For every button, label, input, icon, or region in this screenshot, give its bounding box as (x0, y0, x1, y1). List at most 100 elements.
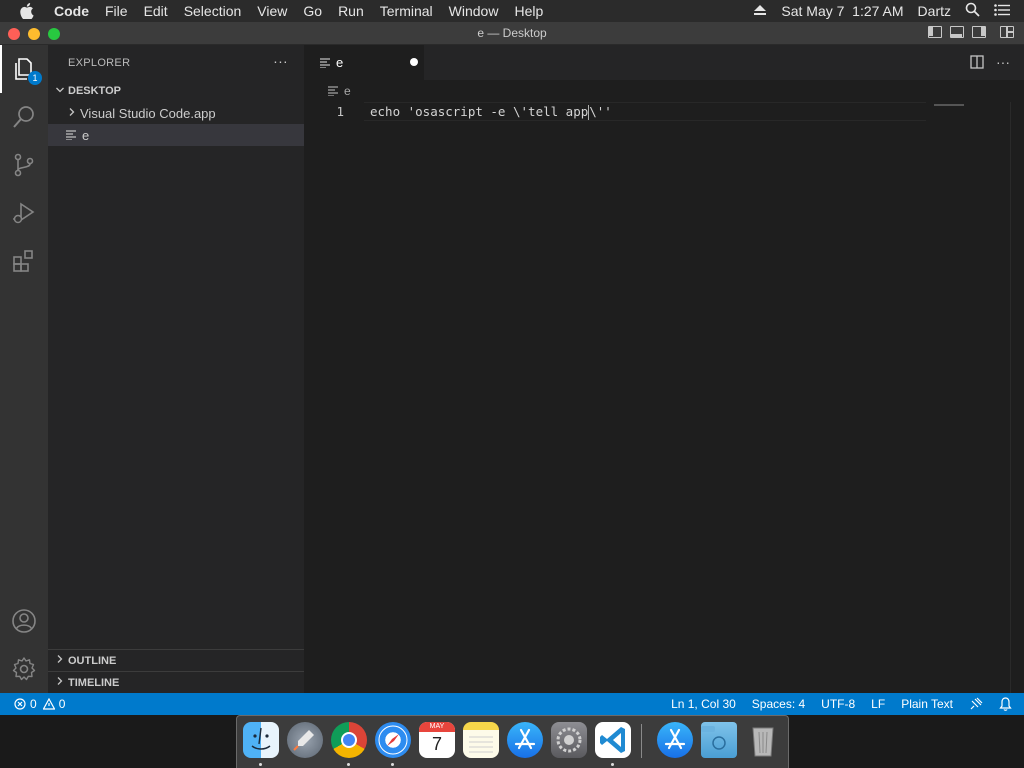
app-store-folder-icon[interactable] (657, 722, 693, 758)
menu-bar-status-area: Sat May 7 1:27 AM Dartz (753, 0, 1024, 22)
timeline-label: TIMELINE (68, 676, 120, 689)
running-indicator (391, 763, 394, 766)
explorer-badge: 1 (28, 71, 42, 85)
running-indicator (259, 763, 262, 766)
cursor-position[interactable]: Ln 1, Col 30 (671, 697, 736, 711)
explorer-sidebar: EXPLORER ··· DESKTOP Visual Studio Code.… (48, 45, 304, 693)
downloads-folder-icon[interactable] (701, 722, 737, 758)
account-icon[interactable] (0, 597, 48, 645)
outline-label: OUTLINE (68, 654, 117, 667)
dock-separator (641, 724, 642, 758)
menu-edit[interactable]: Edit (144, 3, 168, 19)
user-name[interactable]: Dartz (918, 3, 951, 19)
language-mode[interactable]: Plain Text (901, 697, 953, 711)
search-icon[interactable] (0, 93, 48, 141)
menu-run[interactable]: Run (338, 3, 364, 19)
plain-text-file-icon (66, 130, 82, 140)
end-of-line[interactable]: LF (871, 697, 885, 711)
outline-section[interactable]: OUTLINE (48, 649, 304, 671)
menu-file[interactable]: File (105, 3, 128, 19)
window-title: e — Desktop (477, 26, 547, 40)
line-number: 1 (336, 104, 344, 119)
clock[interactable]: Sat May 7 1:27 AM (781, 3, 903, 19)
code-editor[interactable]: 1 echo 'osascript -e \'tell app\'' (304, 102, 1024, 121)
settings-gear-icon[interactable] (0, 645, 48, 693)
menu-app-name[interactable]: Code (54, 3, 89, 19)
extensions-icon[interactable] (0, 237, 48, 285)
folder-name: DESKTOP (68, 85, 121, 97)
run-debug-icon[interactable] (0, 189, 48, 237)
warning-icon (42, 698, 55, 710)
layout-controls (920, 26, 1014, 38)
sidebar-title: EXPLORER (68, 56, 131, 69)
calendar-icon[interactable]: MAY 7 (419, 722, 455, 758)
macos-menu-bar: Code File Edit Selection View Go Run Ter… (0, 0, 1024, 22)
timeline-section[interactable]: TIMELINE (48, 671, 304, 693)
calendar-month: MAY (419, 722, 455, 732)
notifications-bell-icon[interactable] (999, 697, 1012, 711)
status-bar: 0 0 Ln 1, Col 30 Spaces: 4 UTF-8 LF Plai… (0, 693, 1024, 715)
chevron-right-icon (52, 654, 68, 667)
trash-icon[interactable] (745, 722, 781, 758)
folder-section-desktop[interactable]: DESKTOP (48, 80, 304, 102)
control-center-icon[interactable] (994, 3, 1010, 19)
safari-icon[interactable] (375, 722, 411, 758)
editor-actions: ··· (970, 55, 1010, 74)
menu-terminal[interactable]: Terminal (380, 3, 433, 19)
tree-item-label: Visual Studio Code.app (80, 105, 216, 121)
tab-label: e (336, 55, 344, 70)
more-actions-button[interactable]: ··· (273, 53, 288, 69)
encoding[interactable]: UTF-8 (821, 697, 855, 711)
source-control-icon[interactable] (0, 141, 48, 189)
menu-selection[interactable]: Selection (184, 3, 242, 19)
chrome-icon[interactable] (331, 722, 367, 758)
menu-go[interactable]: Go (303, 3, 322, 19)
explorer-icon[interactable]: 1 (0, 45, 48, 93)
plain-text-file-icon (328, 86, 344, 96)
more-actions-icon[interactable]: ··· (996, 55, 1010, 74)
system-preferences-icon[interactable] (551, 722, 587, 758)
editor-tab-bar: e ··· (304, 45, 1024, 80)
menu-window[interactable]: Window (449, 3, 499, 19)
sidebar-header: EXPLORER ··· (48, 45, 304, 80)
toggle-panel-icon[interactable] (950, 26, 964, 38)
breadcrumb: e (304, 80, 1024, 102)
tree-item-vscode-app[interactable]: Visual Studio Code.app (48, 102, 304, 124)
app-store-icon[interactable] (507, 722, 543, 758)
notes-icon[interactable] (463, 722, 499, 758)
editor-tab-e[interactable]: e (304, 45, 424, 80)
warning-count: 0 (58, 697, 66, 711)
error-count: 0 (30, 697, 37, 711)
eject-icon[interactable] (753, 3, 767, 19)
vscode-icon[interactable] (595, 722, 631, 758)
unsaved-dot-icon[interactable] (410, 58, 418, 66)
dock: MAY 7 (236, 715, 789, 768)
tree-item-file-e[interactable]: e (48, 124, 304, 146)
feedback-icon[interactable] (969, 697, 983, 711)
chevron-right-icon (64, 107, 80, 120)
calendar-day: 7 (431, 734, 442, 754)
breadcrumb-item[interactable]: e (344, 84, 351, 98)
split-editor-icon[interactable] (970, 55, 984, 74)
launchpad-icon[interactable] (287, 722, 323, 758)
vertical-scrollbar[interactable] (1010, 102, 1024, 693)
menu-help[interactable]: Help (514, 3, 543, 19)
running-indicator (611, 763, 614, 766)
error-icon (14, 698, 26, 710)
running-indicator (347, 763, 350, 766)
minimap-line[interactable] (934, 104, 964, 106)
indentation[interactable]: Spaces: 4 (752, 697, 805, 711)
menu-view[interactable]: View (257, 3, 287, 19)
chevron-down-icon (52, 85, 68, 98)
finder-icon[interactable] (243, 722, 279, 758)
spotlight-search-icon[interactable] (965, 2, 980, 20)
window-title-bar: e — Desktop (0, 22, 1024, 45)
customize-layout-icon[interactable] (1000, 26, 1014, 38)
current-line-highlight (364, 102, 926, 121)
plain-text-file-icon (320, 57, 336, 68)
toggle-primary-sidebar-icon[interactable] (928, 26, 942, 38)
apple-logo-icon[interactable] (20, 3, 38, 19)
problems-indicator[interactable]: 0 0 (0, 697, 65, 711)
toggle-secondary-sidebar-icon[interactable] (972, 26, 986, 38)
status-bar-right: Ln 1, Col 30 Spaces: 4 UTF-8 LF Plain Te… (655, 693, 1012, 715)
